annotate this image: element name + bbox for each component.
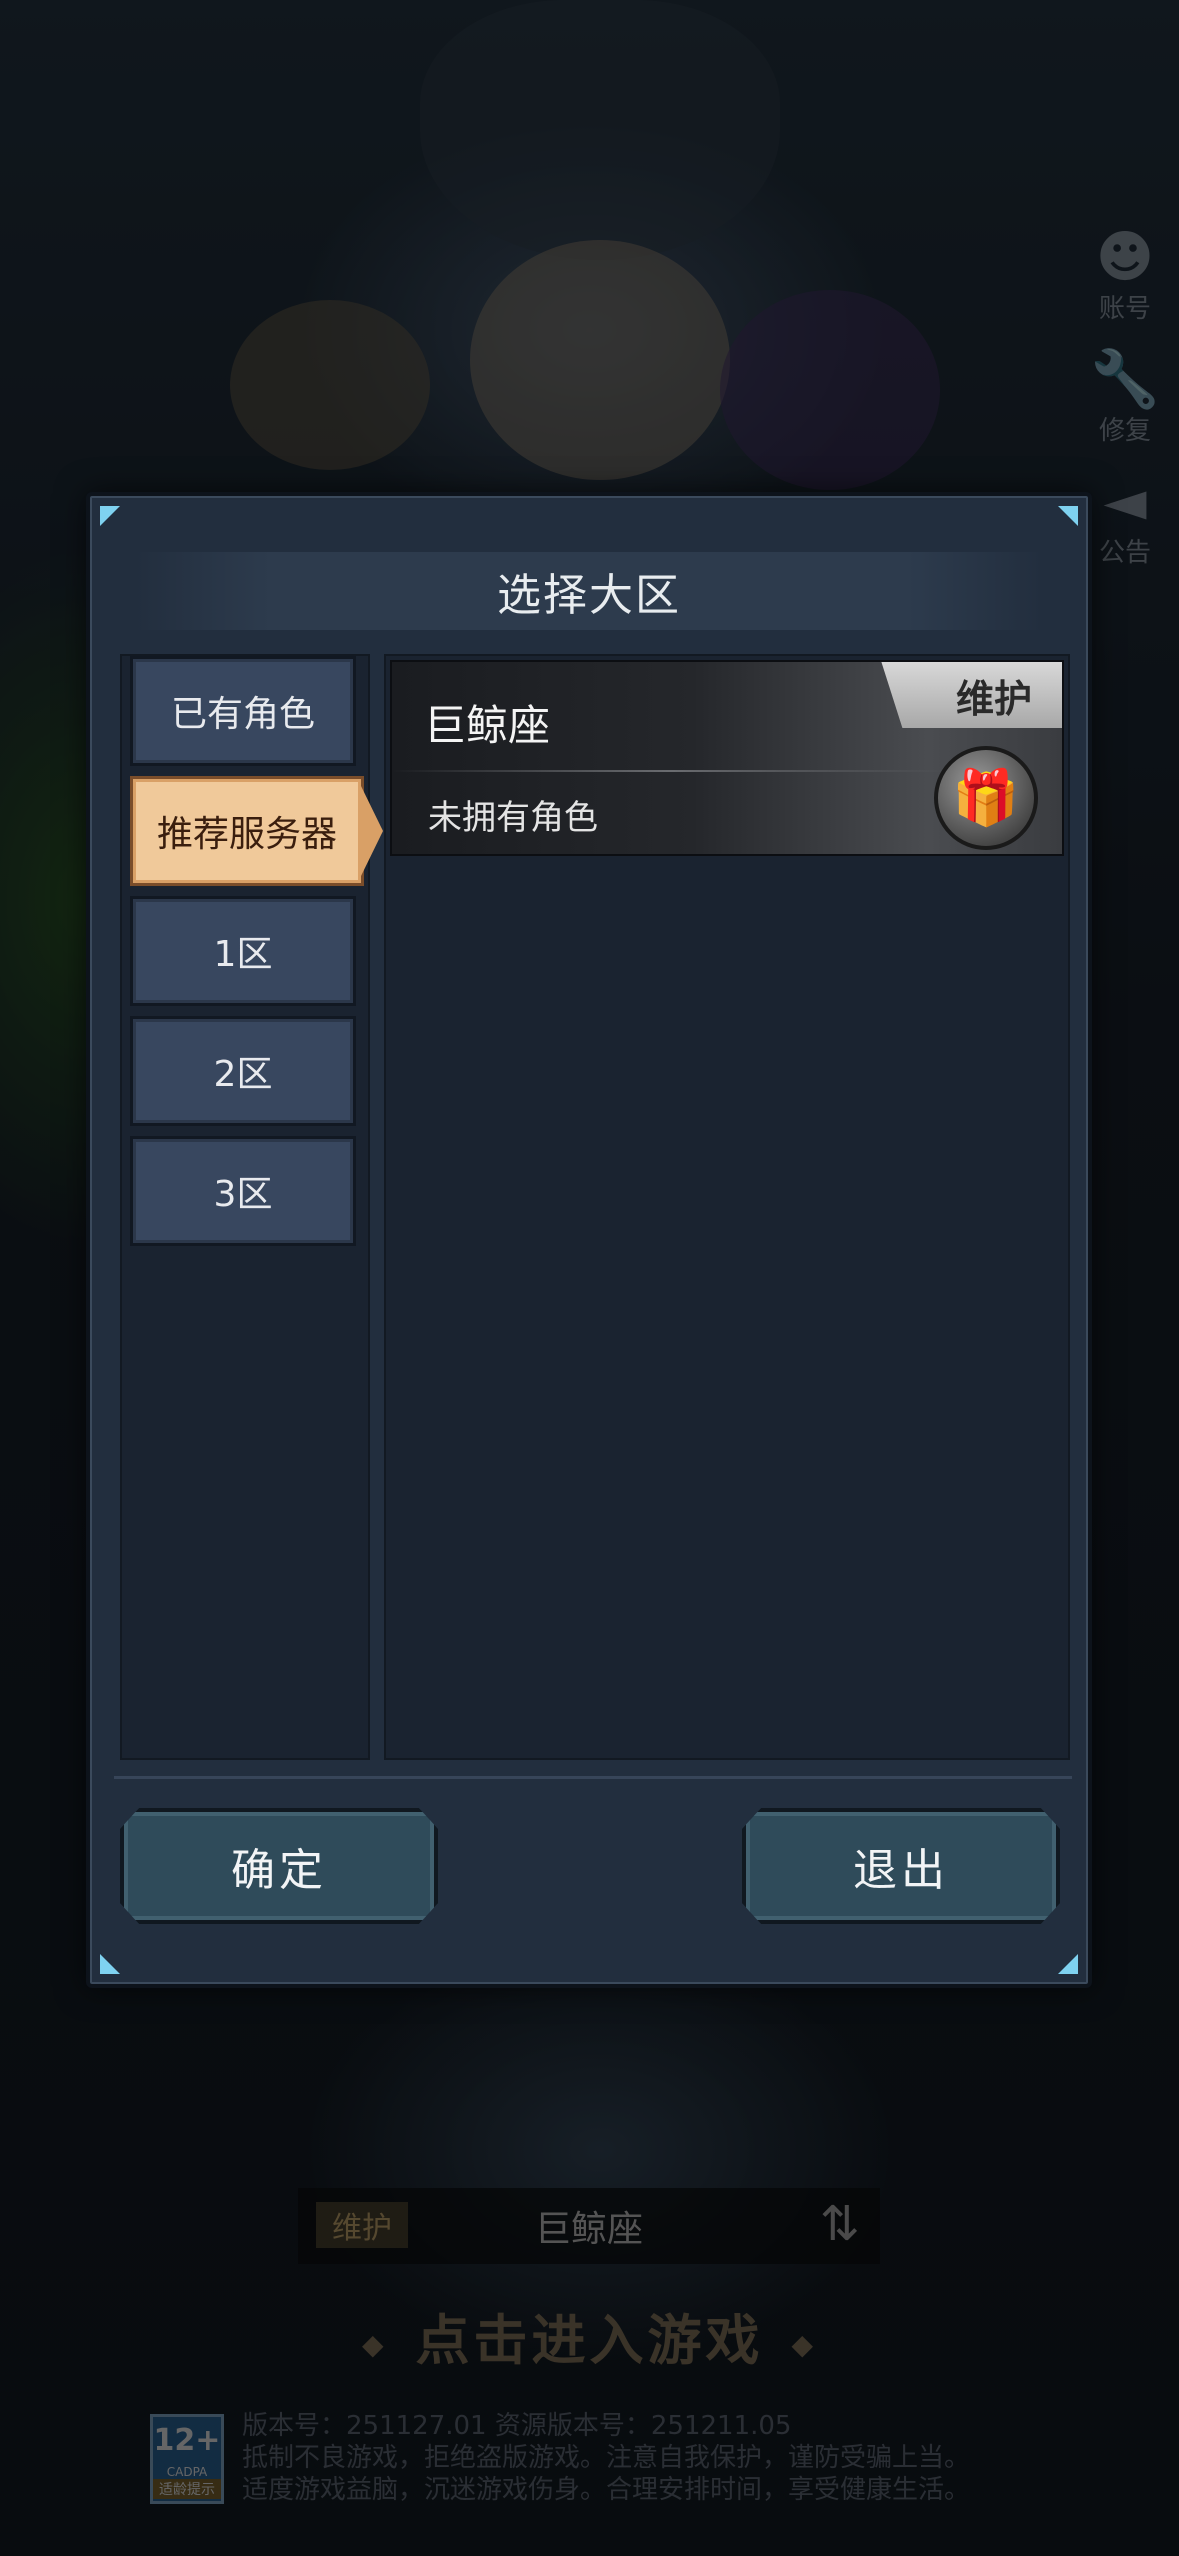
dialog-title-bar: 选择大区 — [134, 552, 1044, 630]
confirm-button[interactable]: 确定 — [120, 1808, 438, 1924]
server-role-status: 未拥有角色 — [428, 798, 598, 838]
category-zone-1[interactable]: 1区 — [130, 896, 356, 1006]
quit-button[interactable]: 退出 — [742, 1808, 1060, 1924]
gift-icon[interactable]: 🎁 — [934, 746, 1038, 850]
dialog-title: 选择大区 — [497, 570, 681, 621]
corner-decoration — [1058, 1954, 1078, 1974]
server-card[interactable]: 巨鲸座 未拥有角色 维护 🎁 — [390, 660, 1064, 856]
divider — [392, 770, 952, 772]
category-existing-roles[interactable]: 已有角色 — [130, 656, 356, 766]
divider — [114, 1776, 1072, 1779]
category-zone-2[interactable]: 2区 — [130, 1016, 356, 1126]
server-select-dialog: 选择大区 已有角色 推荐服务器 1区 2区 3区 巨鲸座 未拥有角色 维护 🎁 … — [86, 492, 1092, 1988]
category-list: 已有角色 推荐服务器 1区 2区 3区 — [120, 654, 370, 1760]
category-recommended-servers[interactable]: 推荐服务器 — [130, 776, 364, 886]
category-zone-3[interactable]: 3区 — [130, 1136, 356, 1246]
server-name: 巨鲸座 — [424, 701, 551, 750]
server-list: 巨鲸座 未拥有角色 维护 🎁 — [384, 654, 1070, 1760]
corner-decoration — [100, 506, 120, 526]
corner-decoration — [1058, 506, 1078, 526]
server-status-badge: 维护 — [881, 662, 1062, 728]
corner-decoration — [100, 1954, 120, 1974]
